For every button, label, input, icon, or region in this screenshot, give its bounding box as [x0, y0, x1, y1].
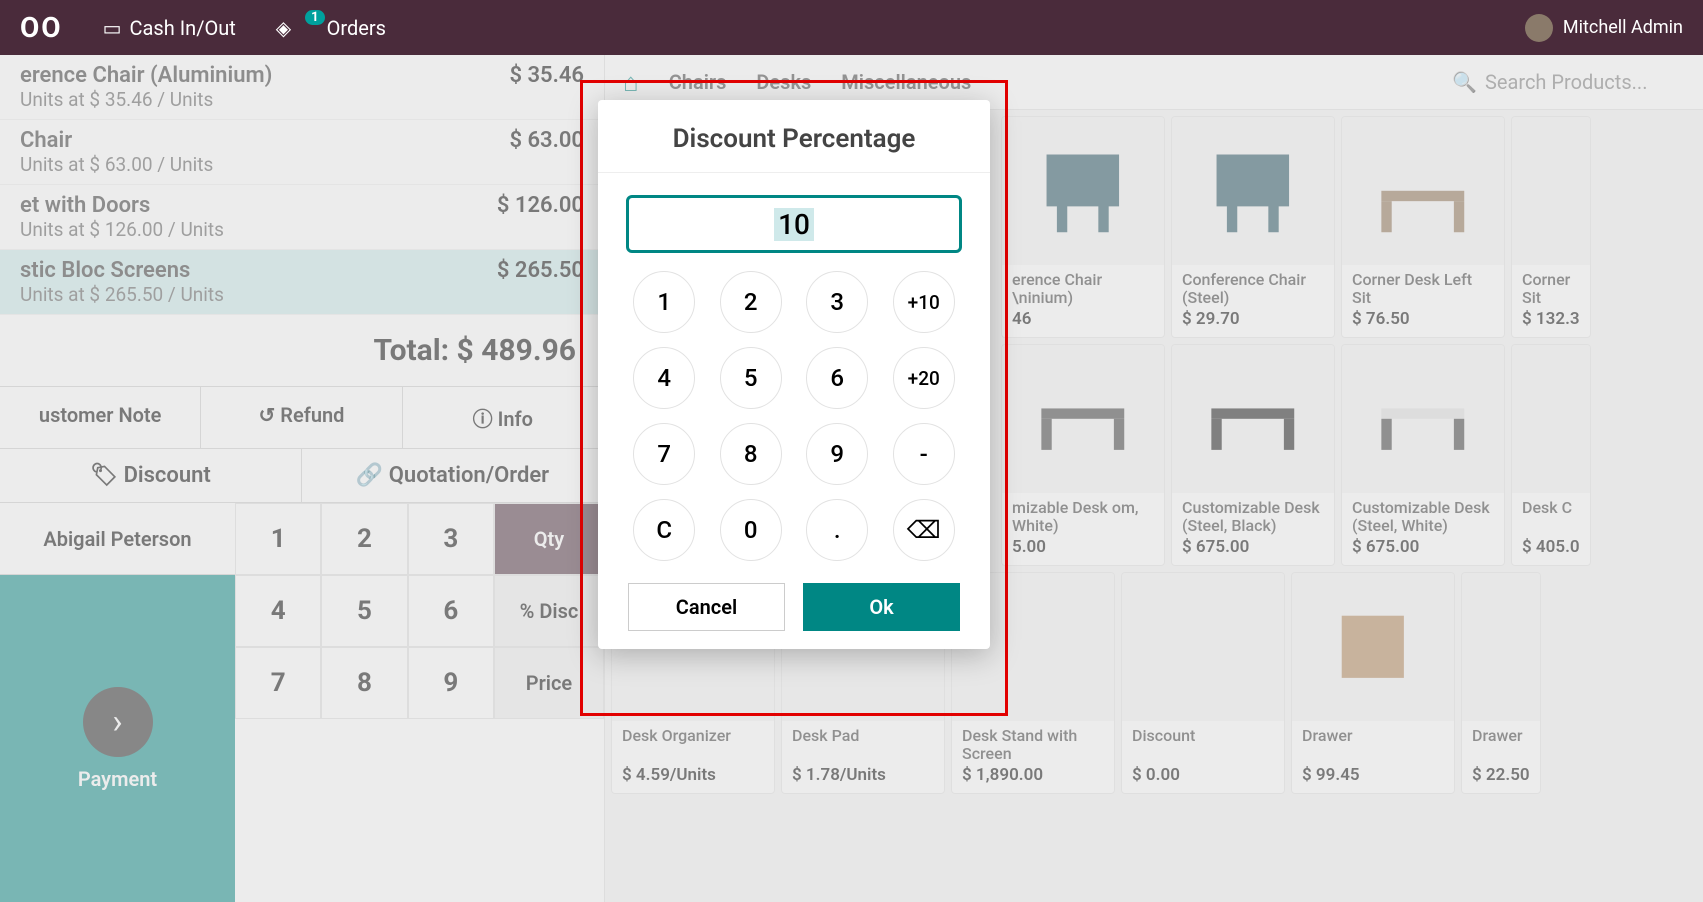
dial-2[interactable]: 2	[720, 271, 782, 333]
dial-minus[interactable]: -	[893, 423, 955, 485]
dial-3[interactable]: 3	[806, 271, 868, 333]
cash-icon: ▭	[103, 16, 122, 40]
dial-7[interactable]: 7	[633, 423, 695, 485]
avatar	[1525, 14, 1553, 42]
orders-label: Orders	[327, 16, 386, 40]
dial-4[interactable]: 4	[633, 347, 695, 409]
cancel-button[interactable]: Cancel	[628, 583, 785, 631]
dial-0[interactable]: 0	[720, 499, 782, 561]
modal-title: Discount Percentage	[598, 100, 990, 173]
dial-9[interactable]: 9	[806, 423, 868, 485]
top-bar: OO ▭ Cash In/Out ◈1 Orders Mitchell Admi…	[0, 0, 1703, 55]
discount-value-input[interactable]: 10	[626, 195, 962, 253]
dial-backspace[interactable]: ⌫	[893, 499, 955, 561]
tag-icon: ◈	[276, 16, 291, 40]
dial-6[interactable]: 6	[806, 347, 868, 409]
logo: OO	[20, 11, 63, 44]
dial-p10[interactable]: +10	[893, 271, 955, 333]
orders-badge: 1	[305, 10, 324, 25]
ok-button[interactable]: Ok	[803, 583, 960, 631]
orders-button[interactable]: ◈1 Orders	[276, 16, 386, 40]
dial-dot[interactable]: .	[806, 499, 868, 561]
dial-p20[interactable]: +20	[893, 347, 955, 409]
cash-in-out-button[interactable]: ▭ Cash In/Out	[103, 16, 236, 40]
dial-5[interactable]: 5	[720, 347, 782, 409]
discount-modal: Discount Percentage 10 1 2 3 +10 4 5 6 +…	[598, 100, 990, 649]
user-menu[interactable]: Mitchell Admin	[1525, 14, 1683, 42]
dial-clear[interactable]: C	[633, 499, 695, 561]
user-name: Mitchell Admin	[1563, 17, 1683, 38]
dial-8[interactable]: 8	[720, 423, 782, 485]
cash-label: Cash In/Out	[130, 16, 236, 40]
dial-1[interactable]: 1	[633, 271, 695, 333]
